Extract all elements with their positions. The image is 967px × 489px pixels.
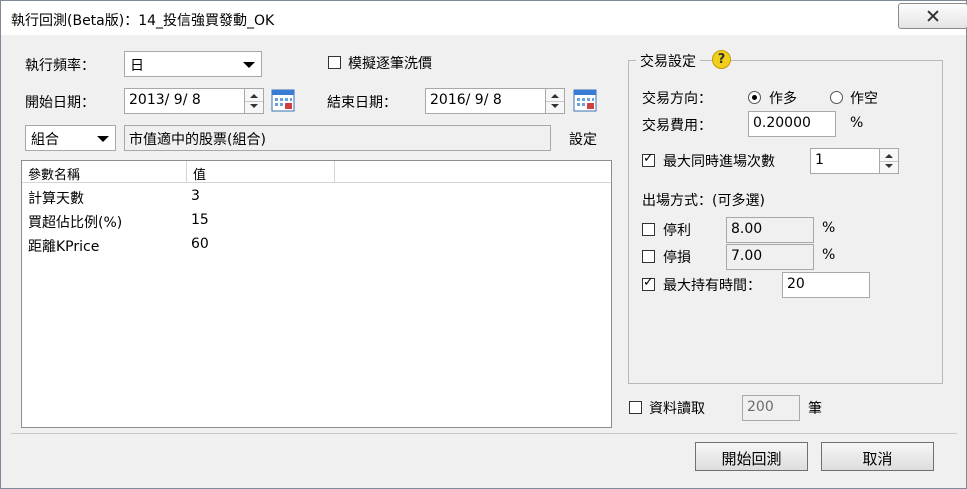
data-read-label: 資料讀取 <box>649 401 705 417</box>
fee-field[interactable]: 0.20000 <box>748 111 836 137</box>
fee-label: 交易費用： <box>642 118 712 134</box>
title-bar[interactable]: 執行回測(Beta版)：14_投信強買發動_OK <box>1 1 967 35</box>
max-entries-field[interactable]: 1 <box>810 148 880 174</box>
simulate-label: 模擬逐筆洗價 <box>348 56 432 72</box>
chevron-down-icon <box>243 62 255 68</box>
take-profit-field[interactable]: 8.00 <box>726 217 814 243</box>
param-name: 計算天數 <box>28 191 84 207</box>
divider <box>11 433 957 434</box>
take-profit-checkbox[interactable] <box>642 223 655 236</box>
simulate-checkbox[interactable] <box>328 56 341 69</box>
direction-label: 交易方向： <box>642 91 712 107</box>
table-header: 參數名稱 值 <box>22 161 611 183</box>
start-date-spinner[interactable] <box>244 88 264 114</box>
up-arrow-icon <box>250 94 258 98</box>
short-label: 作空 <box>850 91 878 107</box>
start-backtest-button[interactable]: 開始回測 <box>695 442 808 471</box>
max-entries-spinner[interactable] <box>879 148 899 174</box>
params-table: 參數名稱 值 計算天數 3 買超佔比例(%) 15 距離KPrice 60 <box>21 160 612 428</box>
short-radio[interactable] <box>830 91 843 104</box>
take-profit-label: 停利 <box>663 223 691 239</box>
universe-type-value: 組合 <box>31 132 59 148</box>
long-label: 作多 <box>769 91 797 107</box>
stop-loss-unit: % <box>822 247 836 263</box>
data-read-unit: 筆 <box>808 401 822 417</box>
cancel-button[interactable]: 取消 <box>821 442 934 471</box>
end-date-field[interactable]: 2016/ 9/ 8 <box>425 88 546 114</box>
column-header-value[interactable]: 值 <box>187 161 335 183</box>
trade-settings-title: 交易設定 <box>636 51 700 71</box>
window-title: 執行回測(Beta版)：14_投信強買發動_OK <box>11 13 275 29</box>
param-value[interactable]: 15 <box>191 212 209 228</box>
data-read-field[interactable]: 200 <box>742 395 800 421</box>
table-row[interactable]: 距離KPrice 60 <box>22 233 611 257</box>
up-arrow-icon <box>885 154 893 158</box>
universe-field: 市值適中的股票(組合) <box>124 125 551 151</box>
data-read-checkbox[interactable] <box>629 401 642 414</box>
param-value[interactable]: 60 <box>191 236 209 252</box>
start-date-label: 開始日期： <box>25 95 95 111</box>
take-profit-unit: % <box>822 220 836 236</box>
column-header-name[interactable]: 參數名稱 <box>22 161 187 183</box>
down-arrow-icon <box>250 104 258 108</box>
freq-value: 日 <box>130 58 144 74</box>
table-row[interactable]: 買超佔比例(%) 15 <box>22 209 611 233</box>
chevron-down-icon <box>97 136 109 142</box>
up-arrow-icon <box>551 94 559 98</box>
backtest-dialog: 執行回測(Beta版)：14_投信強買發動_OK 執行頻率： 日 模擬逐筆洗價 … <box>0 0 967 489</box>
param-name: 距離KPrice <box>28 239 100 255</box>
close-button[interactable] <box>898 3 967 29</box>
freq-label: 執行頻率： <box>25 58 95 74</box>
freq-select[interactable]: 日 <box>124 51 262 77</box>
calendar-icon[interactable] <box>573 88 597 112</box>
down-arrow-icon <box>885 164 893 168</box>
max-entries-label: 最大同時進場次數 <box>663 154 775 170</box>
stop-loss-checkbox[interactable] <box>642 250 655 263</box>
param-name: 買超佔比例(%) <box>28 215 123 231</box>
max-hold-label: 最大持有時間： <box>663 278 761 294</box>
exit-label: 出場方式：(可多選) <box>642 193 765 209</box>
down-arrow-icon <box>551 104 559 108</box>
start-date-field[interactable]: 2013/ 9/ 8 <box>124 88 245 114</box>
end-date-spinner[interactable] <box>545 88 565 114</box>
help-icon[interactable]: ? <box>712 50 731 69</box>
calendar-icon[interactable] <box>271 88 295 112</box>
table-row[interactable]: 計算天數 3 <box>22 185 611 209</box>
max-hold-checkbox[interactable] <box>642 275 655 291</box>
long-radio[interactable] <box>748 91 761 104</box>
settings-link[interactable]: 設定 <box>569 129 597 149</box>
param-value[interactable]: 3 <box>191 188 200 204</box>
end-date-label: 結束日期： <box>327 95 397 111</box>
max-hold-field[interactable]: 20 <box>782 272 870 298</box>
fee-unit: % <box>850 115 864 131</box>
stop-loss-field[interactable]: 7.00 <box>726 244 814 270</box>
stop-loss-label: 停損 <box>663 250 691 266</box>
universe-type-select[interactable]: 組合 <box>25 125 116 151</box>
max-entries-checkbox[interactable] <box>642 151 655 167</box>
